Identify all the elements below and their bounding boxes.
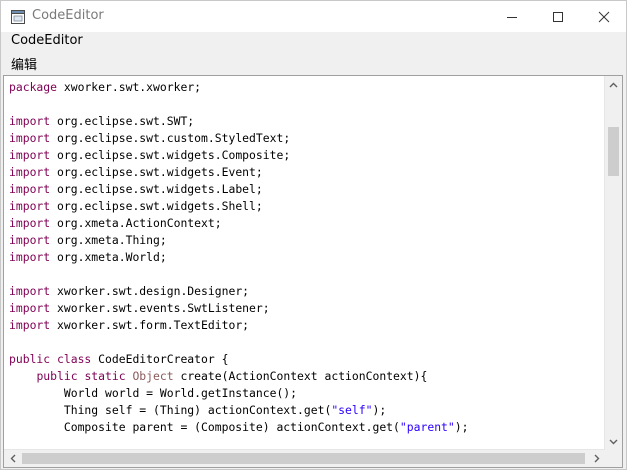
code-token: import [9,284,51,298]
maximize-button[interactable] [535,1,581,32]
code-token: import [9,148,51,162]
code-line[interactable]: Thing self = (Thing) actionContext.get("… [9,402,469,419]
code-token: org.xmeta.Thing; [50,233,167,247]
code-token: package [9,80,58,94]
scroll-up-icon [609,82,618,87]
code-token: org.eclipse.swt.widgets.Composite; [50,148,291,162]
code-token: org.eclipse.swt.widgets.Label; [50,182,263,196]
menu-bar: CodeEditor [1,32,626,52]
code-line[interactable]: import org.eclipse.swt.custom.StyledText… [9,130,469,147]
code-token: import [9,114,51,128]
scroll-down-icon [609,439,618,444]
code-token: xworker.swt.events.SwtListener; [50,301,270,315]
code-line[interactable]: Composite parent = (Composite) actionCon… [9,419,469,436]
maximize-icon [553,11,563,22]
vertical-scrollbar[interactable] [604,76,622,450]
code-line[interactable]: import org.eclipse.swt.widgets.Label; [9,181,469,198]
code-token: import [9,165,51,179]
code-token: import [9,199,51,213]
code-token: org.xmeta.ActionContext; [50,216,222,230]
code-token: import [9,233,51,247]
code-line[interactable]: import org.eclipse.swt.SWT; [9,113,469,130]
code-token: org.eclipse.swt.widgets.Event; [50,165,263,179]
code-token: ); [454,420,469,434]
code-token: "self" [331,403,373,417]
code-token: import [9,216,51,230]
code-token: public class [9,352,92,366]
code-token: org.xmeta.World; [50,250,167,264]
menu-codeeditor[interactable]: CodeEditor [7,33,87,48]
minimize-button[interactable] [489,1,535,32]
window-app-icon [11,9,25,24]
code-line[interactable]: import org.eclipse.swt.widgets.Event; [9,164,469,181]
code-token: import [9,182,51,196]
code-text[interactable]: package xworker.swt.xworker; import org.… [9,79,469,436]
code-token: import [9,131,51,145]
title-bar[interactable]: CodeEditor [1,1,626,32]
code-token: CodeEditorCreator { [91,352,229,366]
scroll-left-button[interactable] [4,450,21,467]
code-token: xworker.swt.design.Designer; [50,284,250,298]
code-token: import [9,318,51,332]
code-line[interactable]: import xworker.swt.form.TextEditor; [9,317,469,334]
scroll-left-icon [10,454,15,463]
code-token: org.eclipse.swt.SWT; [50,114,195,128]
submenu-bar: 编辑 [1,52,626,74]
code-line[interactable] [9,334,469,351]
code-token: org.eclipse.swt.custom.StyledText; [50,131,291,145]
minimize-icon [507,16,517,18]
code-token: Thing self = (Thing) actionContext.get( [9,403,332,417]
code-line[interactable] [9,96,469,113]
code-token: Object [132,369,174,383]
code-line[interactable]: import org.xmeta.Thing; [9,232,469,249]
code-token: import [9,250,51,264]
code-line[interactable]: package xworker.swt.xworker; [9,79,469,96]
vertical-scroll-thumb[interactable] [608,127,619,176]
code-token: "parent" [399,420,455,434]
code-editor[interactable]: package xworker.swt.xworker; import org.… [3,75,623,468]
code-token: import [9,301,51,315]
code-line[interactable]: import xworker.swt.events.SwtListener; [9,300,469,317]
code-line[interactable]: import org.eclipse.swt.widgets.Composite… [9,147,469,164]
code-token: create(ActionContext actionContext){ [173,369,428,383]
code-line[interactable]: World world = World.getInstance(); [9,385,469,402]
code-line[interactable]: import xworker.swt.design.Designer; [9,283,469,300]
horizontal-scrollbar[interactable] [4,449,605,467]
code-line[interactable]: import org.eclipse.swt.widgets.Shell; [9,198,469,215]
code-token: World world = World.getInstance(); [9,386,298,400]
code-line[interactable] [9,266,469,283]
code-line[interactable]: public class CodeEditorCreator { [9,351,469,368]
code-line[interactable]: import org.xmeta.ActionContext; [9,215,469,232]
code-token: Composite parent = (Composite) actionCon… [9,420,400,434]
code-token: xworker.swt.xworker; [57,80,202,94]
scroll-up-button[interactable] [605,76,622,93]
close-icon [598,11,610,22]
close-button[interactable] [581,1,627,32]
menu-edit[interactable]: 编辑 [7,54,41,73]
code-line[interactable]: public static Object create(ActionContex… [9,368,469,385]
code-token: public static [36,369,126,383]
scroll-right-button[interactable] [588,450,605,467]
code-token: ); [372,403,387,417]
code-line[interactable]: import org.xmeta.World; [9,249,469,266]
scroll-right-icon [594,454,599,463]
horizontal-scroll-thumb[interactable] [22,453,585,464]
window-title: CodeEditor [32,8,104,23]
scrollbar-corner [605,450,622,467]
main-window: CodeEditor CodeEditor 编辑 package xworker… [0,0,627,470]
code-token: org.eclipse.swt.widgets.Shell; [50,199,263,213]
code-token: xworker.swt.form.TextEditor; [50,318,250,332]
scroll-down-button[interactable] [605,433,622,450]
